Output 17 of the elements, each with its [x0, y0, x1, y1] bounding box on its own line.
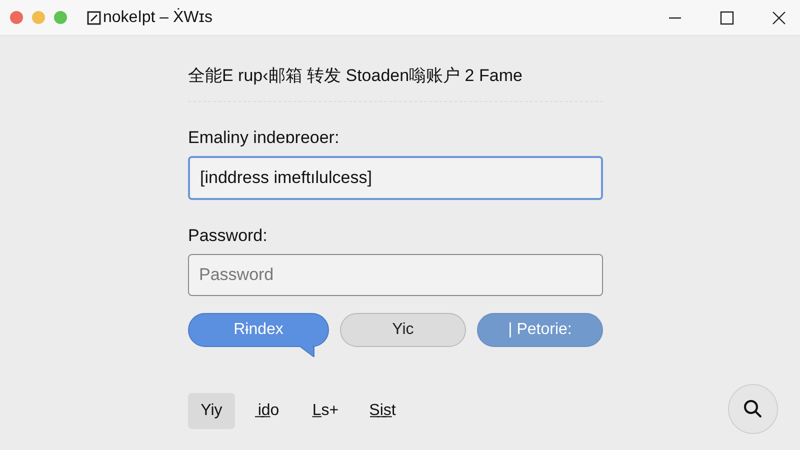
- close-icon[interactable]: [772, 10, 786, 24]
- field-label: Emaliny indeɒreoer:: [188, 128, 340, 148]
- edit-icon: [87, 10, 101, 24]
- tab[interactable]: L̲s+: [302, 393, 349, 429]
- window-title: nokeǀpt – ẊWɪs: [103, 8, 212, 26]
- field-label: Password:: [188, 226, 268, 246]
- maximize-icon[interactable]: [720, 10, 734, 24]
- input-field[interactable]: [inddress imeftılulcess]: [188, 156, 603, 200]
- input-field[interactable]: Password: [188, 254, 603, 296]
- search-button[interactable]: [728, 384, 778, 434]
- search-icon: [742, 398, 764, 420]
- close-light[interactable]: [10, 11, 23, 24]
- form-heading: 全能E rup‹邮箱 转发 Stoaden嗡账户 2 Fame: [188, 65, 524, 87]
- tab[interactable]: i̲d̲o: [245, 393, 292, 429]
- action-button[interactable]: Yic: [340, 313, 466, 347]
- tab[interactable]: Yiy: [188, 393, 235, 429]
- tab[interactable]: S̲i̲s̲t: [359, 393, 406, 429]
